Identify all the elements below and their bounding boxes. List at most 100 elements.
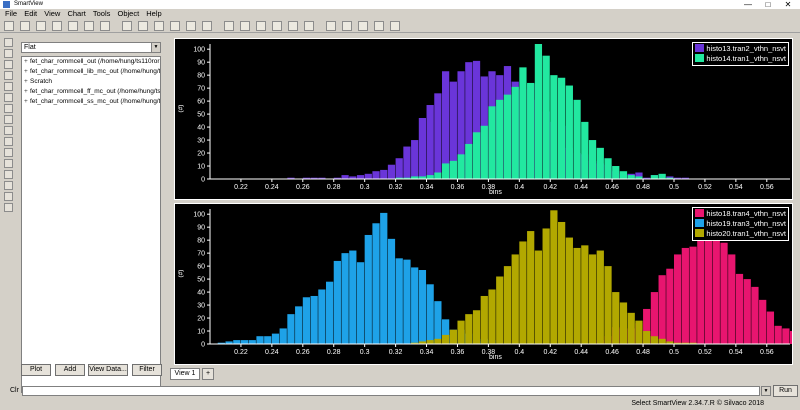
tool-strip-icon[interactable] <box>4 115 13 124</box>
tool-strip-icon[interactable] <box>4 126 13 135</box>
bar-1 <box>271 333 280 344</box>
command-input[interactable] <box>22 386 760 396</box>
pointer-icon[interactable] <box>122 21 132 31</box>
bar-2 <box>519 241 527 344</box>
menu-chart[interactable]: Chart <box>67 9 85 18</box>
x-tick-label: 0.3 <box>360 349 370 356</box>
clear-label[interactable]: Clr <box>10 387 19 394</box>
plot-button[interactable]: Plot <box>21 364 51 376</box>
tree-item[interactable]: + fet_char_rommcell_ss_mc_out (/home/hung… <box>22 97 160 107</box>
bar-2 <box>542 228 550 344</box>
new-icon[interactable] <box>4 21 14 31</box>
title-bar: SmartView — □ ✕ <box>0 0 800 9</box>
status-bar: Select SmartView 2.34.7.R © Silvaco 2018 <box>0 398 800 410</box>
label-icon[interactable] <box>288 21 298 31</box>
close-button[interactable]: ✕ <box>780 0 796 9</box>
save-icon[interactable] <box>36 21 46 31</box>
bar-0 <box>735 273 744 344</box>
y-tick-label: 90 <box>197 60 205 67</box>
y-tick-label: 50 <box>197 277 205 284</box>
view-mode-select[interactable]: Flat ▼ <box>21 42 161 53</box>
y-tick-label: 40 <box>197 125 205 132</box>
bar-2 <box>581 245 589 344</box>
histogram-chart-top[interactable]: 0 10 20 30 40 50 60 70 80 90 100 0.22 0.24 0.26 0.28 0.… <box>174 38 793 200</box>
tool-strip-icon[interactable] <box>4 49 13 58</box>
export-icon[interactable] <box>374 21 384 31</box>
y-tick-label: 80 <box>197 238 205 245</box>
histogram-chart-bottom[interactable]: 0 10 20 30 40 50 60 70 80 90 100 0.22 0.24 0.26 0.28 0.… <box>174 203 793 365</box>
legend-icon[interactable] <box>272 21 282 31</box>
settings-icon[interactable] <box>358 21 368 31</box>
tool-strip-icon[interactable] <box>4 203 13 212</box>
tree-item[interactable]: + fet_char_rommcell_out (/home/hung/ts110… <box>22 57 160 67</box>
tool-strip-icon[interactable] <box>4 104 13 113</box>
axes-icon[interactable] <box>256 21 266 31</box>
undo-icon[interactable] <box>100 21 110 31</box>
run-button[interactable]: Run <box>773 385 798 397</box>
bar-1 <box>442 163 450 179</box>
tree-item[interactable]: + fet_char_rommcell_ff_mc_out (/home/hung… <box>22 87 160 97</box>
bar-1 <box>349 250 357 344</box>
bar-1 <box>434 172 442 179</box>
view-mode-value: Flat <box>24 44 36 51</box>
chevron-down-icon[interactable]: ▼ <box>151 43 160 52</box>
bar-1 <box>627 175 635 179</box>
menu-object[interactable]: Object <box>117 9 139 18</box>
minimize-button[interactable]: — <box>740 0 756 9</box>
tool-strip-icon[interactable] <box>4 148 13 157</box>
zoom-in-icon[interactable] <box>154 21 164 31</box>
grid-icon[interactable] <box>240 21 250 31</box>
print-icon[interactable] <box>52 21 62 31</box>
menu-view[interactable]: View <box>44 9 60 18</box>
add-tab-button[interactable]: + <box>202 368 214 380</box>
add-button[interactable]: Add <box>55 364 85 376</box>
filter-button[interactable]: Filter <box>132 364 162 376</box>
zoom-out-icon[interactable] <box>170 21 180 31</box>
copy-icon[interactable] <box>68 21 78 31</box>
y-tick-label: 60 <box>197 264 205 271</box>
view-data-button[interactable]: View Data... <box>88 364 128 376</box>
tree-item[interactable]: + fet_char_rommcell_lib_mc_out (/home/hun… <box>22 67 160 77</box>
tool-strip-icon[interactable] <box>4 159 13 168</box>
tab-view-1[interactable]: View 1 <box>170 368 200 380</box>
line-icon[interactable] <box>326 21 336 31</box>
bar-1 <box>411 267 419 344</box>
menu-help[interactable]: Help <box>146 9 161 18</box>
zoom-icon[interactable] <box>138 21 148 31</box>
tool-strip-icon[interactable] <box>4 38 13 47</box>
tool-strip-icon[interactable] <box>4 82 13 91</box>
y-tick-label: 10 <box>197 329 205 336</box>
bar-1 <box>364 234 372 344</box>
tool-strip-icon[interactable] <box>4 192 13 201</box>
maximize-button[interactable]: □ <box>760 0 776 9</box>
tool-strip-icon[interactable] <box>4 181 13 190</box>
menu-tools[interactable]: Tools <box>93 9 111 18</box>
menu-edit[interactable]: Edit <box>24 9 37 18</box>
bar-2 <box>472 310 481 344</box>
tree-item[interactable]: + Scratch <box>22 77 160 87</box>
tool-strip-icon[interactable] <box>4 137 13 146</box>
marker-icon[interactable] <box>304 21 314 31</box>
menu-file[interactable]: File <box>5 9 17 18</box>
curve-icon[interactable] <box>342 21 352 31</box>
paste-icon[interactable] <box>84 21 94 31</box>
y-tick-label: 90 <box>197 225 205 232</box>
help-icon[interactable] <box>390 21 400 31</box>
tool-strip-icon[interactable] <box>4 71 13 80</box>
fit-icon[interactable] <box>202 21 212 31</box>
legend-item: histo18.tran4_vthn_nsvt <box>695 209 786 219</box>
tool-strip-icon[interactable] <box>4 60 13 69</box>
refresh-icon[interactable] <box>224 21 234 31</box>
open-icon[interactable] <box>20 21 30 31</box>
bar-0 <box>372 171 380 179</box>
x-tick-label: 0.42 <box>543 349 557 356</box>
tool-strip-icon[interactable] <box>4 170 13 179</box>
tool-strip-icon[interactable] <box>4 93 13 102</box>
x-tick-label: 0.24 <box>265 184 279 191</box>
bar-1 <box>287 314 295 344</box>
chevron-down-icon[interactable]: ▼ <box>761 386 771 396</box>
bar-1 <box>264 336 272 344</box>
pan-icon[interactable] <box>186 21 196 31</box>
bar-1 <box>380 212 388 344</box>
bar-2 <box>527 231 535 344</box>
